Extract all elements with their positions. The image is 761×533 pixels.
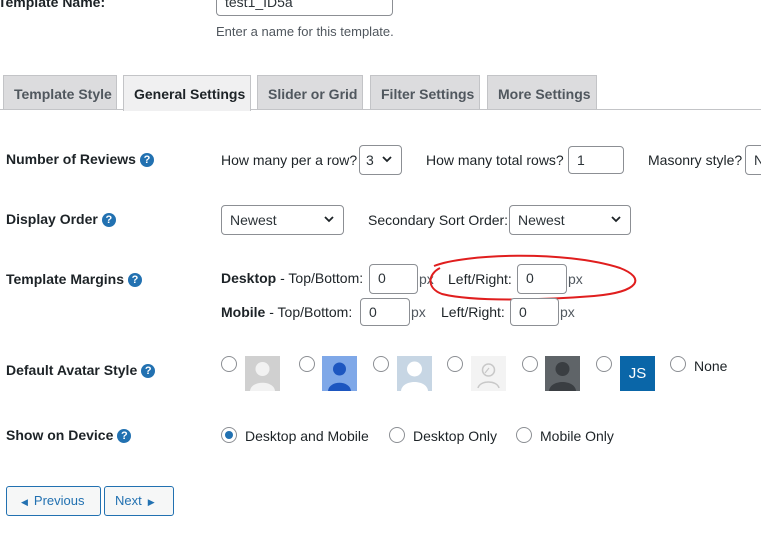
chevron-down-icon <box>381 146 393 174</box>
chevron-down-icon <box>610 206 622 234</box>
avatar-dark-silhouette-icon[interactable] <box>545 356 580 391</box>
desktop-topbottom-label: - Top/Bottom: <box>276 270 364 286</box>
display-order-select[interactable]: Newest <box>221 205 344 235</box>
total-rows-label: How many total rows? <box>426 152 564 168</box>
per-row-select[interactable]: 3 <box>359 145 402 175</box>
template-name-input[interactable]: test1_ID5a <box>216 0 393 16</box>
avatar-gray-silhouette-icon[interactable] <box>245 356 280 391</box>
avatar-radio-3[interactable] <box>373 356 389 372</box>
next-label: Next <box>115 493 142 508</box>
avatar-initials-icon[interactable]: JS <box>620 356 655 391</box>
desktop-label: Desktop <box>221 270 277 286</box>
tab-slider-or-grid[interactable]: Slider or Grid <box>257 75 363 109</box>
tab-general-settings[interactable]: General Settings <box>123 75 251 111</box>
mobile-margins-label: Mobile - Top/Bottom: <box>221 304 352 320</box>
help-icon[interactable]: ? <box>139 153 154 168</box>
device-option-mobile-only: Mobile Only <box>540 428 614 444</box>
number-of-reviews-label: Number of Reviews <box>6 151 136 167</box>
display-order-value: Newest <box>230 212 277 228</box>
per-row-label: How many per a row? <box>221 152 358 168</box>
avatar-radio-5[interactable] <box>522 356 538 372</box>
mobile-topbottom-input[interactable]: 0 <box>360 298 410 326</box>
template-margins-label: Template Margins <box>6 271 124 287</box>
avatar-outline-icon[interactable] <box>471 356 506 391</box>
secondary-sort-value: Newest <box>518 212 565 228</box>
show-on-device-row: Show on Device? <box>6 427 132 444</box>
desktop-topbottom-input[interactable]: 0 <box>369 264 418 294</box>
caret-right-icon: ▶ <box>147 497 155 507</box>
total-rows-input[interactable]: 1 <box>568 146 624 174</box>
help-icon[interactable]: ? <box>141 364 156 379</box>
display-order-label: Display Order <box>6 211 98 227</box>
annotation-circle <box>429 254 637 301</box>
mobile-leftright-input[interactable]: 0 <box>510 298 559 326</box>
template-name-label: Template Name: <box>0 0 106 10</box>
avatar-blue-silhouette-icon[interactable] <box>322 356 357 391</box>
px-unit: px <box>560 304 575 320</box>
masonry-select[interactable]: N <box>745 145 761 175</box>
avatar-radio-none[interactable] <box>670 356 686 372</box>
number-of-reviews-row: Number of Reviews? <box>6 151 154 168</box>
default-avatar-row: Default Avatar Style? <box>6 362 156 379</box>
device-radio-mobile-only[interactable] <box>516 427 532 443</box>
previous-button[interactable]: ◀ Previous <box>6 486 101 516</box>
chevron-down-icon <box>323 206 335 234</box>
avatar-radio-1[interactable] <box>221 356 237 372</box>
mobile-label: Mobile <box>221 304 266 320</box>
avatar-radio-4[interactable] <box>447 356 463 372</box>
masonry-label: Masonry style? <box>648 152 743 168</box>
device-radio-desktop-only[interactable] <box>389 427 405 443</box>
tab-template-style[interactable]: Template Style <box>3 75 117 109</box>
device-option-desktop-and-mobile: Desktop and Mobile <box>245 428 369 444</box>
previous-label: Previous <box>33 493 85 508</box>
display-order-row: Display Order? <box>6 211 116 228</box>
mobile-leftright-label: Left/Right: <box>441 304 505 320</box>
default-avatar-label: Default Avatar Style <box>6 362 138 378</box>
help-icon[interactable]: ? <box>117 429 132 444</box>
px-unit: px <box>411 304 426 320</box>
tab-more-settings[interactable]: More Settings <box>487 75 597 109</box>
mobile-topbottom-label: - Top/Bottom: <box>265 304 353 320</box>
caret-left-icon: ◀ <box>21 497 28 507</box>
tab-filter-settings[interactable]: Filter Settings <box>370 75 480 109</box>
show-on-device-label: Show on Device <box>6 427 114 443</box>
secondary-sort-select[interactable]: Newest <box>509 205 631 235</box>
device-radio-desktop-and-mobile[interactable] <box>221 427 237 443</box>
per-row-value: 3 <box>366 152 374 168</box>
avatar-none-label: None <box>694 358 728 374</box>
secondary-sort-label: Secondary Sort Order: <box>368 212 509 228</box>
help-icon[interactable]: ? <box>101 213 116 228</box>
help-icon[interactable]: ? <box>128 273 142 288</box>
avatar-light-silhouette-icon[interactable] <box>397 356 432 391</box>
next-button[interactable]: Next ▶ <box>104 486 174 516</box>
device-option-desktop-only: Desktop Only <box>413 428 498 444</box>
template-name-description: Enter a name for this template. <box>216 24 394 39</box>
desktop-margins-label: Desktop - Top/Bottom: <box>221 270 363 286</box>
avatar-radio-6[interactable] <box>596 356 612 372</box>
template-margins-row: Template Margins? <box>6 271 142 288</box>
avatar-radio-2[interactable] <box>299 356 315 372</box>
